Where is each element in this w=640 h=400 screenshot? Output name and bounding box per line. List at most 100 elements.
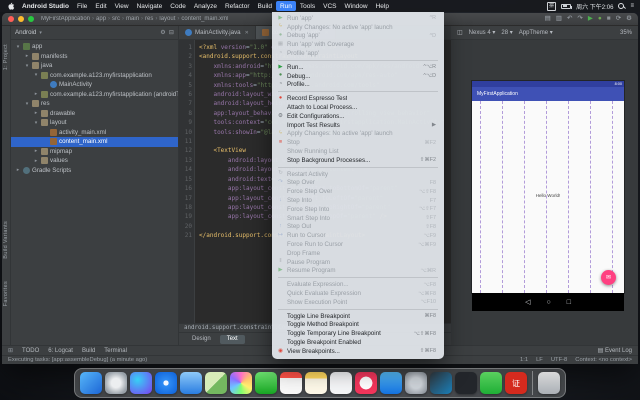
- menu-item-attach-to-local-process[interactable]: Attach to Local Process...: [272, 103, 444, 112]
- dock-icon-reminders[interactable]: [330, 372, 352, 394]
- tree-arrow-icon[interactable]: ▾: [33, 72, 39, 78]
- breadcrumb-item-layout[interactable]: layout: [159, 16, 175, 22]
- menubar-item-navigate[interactable]: Navigate: [133, 1, 167, 11]
- project-view-selector[interactable]: Android: [15, 29, 36, 36]
- zoom-window-button[interactable]: [28, 16, 34, 22]
- menu-item-run-to-cursor[interactable]: ↦Run to Cursor⌥F9: [272, 231, 444, 240]
- menu-item-view-breakpoints[interactable]: ◉View Breakpoints...⇧⌘F8: [272, 347, 444, 356]
- menu-item-restart-activity[interactable]: ↻Restart Activity: [272, 170, 444, 179]
- tree-item-drawable[interactable]: ▸drawable: [11, 109, 178, 119]
- tree-arrow-icon[interactable]: ▾: [15, 44, 21, 50]
- dock-icon-photos[interactable]: [230, 372, 252, 394]
- tree-item-activity-main-xml[interactable]: activity_main.xml: [11, 128, 178, 138]
- dock-icon-system-preferences[interactable]: [405, 372, 427, 394]
- breadcrumb-item-src[interactable]: src: [112, 16, 120, 22]
- menu-item-toggle-method-breakpoint[interactable]: Toggle Method Breakpoint: [272, 321, 444, 330]
- dock-icon-maps[interactable]: [205, 372, 227, 394]
- statusbar-item-context-no-context[interactable]: Context: <no context>: [575, 357, 632, 363]
- menu-item-pause-program[interactable]: ‖Pause Program: [272, 258, 444, 267]
- tree-item-mipmap[interactable]: ▸mipmap: [11, 147, 178, 157]
- menu-item-show-running-list[interactable]: Show Running List: [272, 147, 444, 156]
- menubar-item-refactor[interactable]: Refactor: [221, 1, 254, 11]
- gear-icon[interactable]: ⚙: [160, 29, 166, 36]
- tree-item-com-example-a123-myfirstapplication-androidtest[interactable]: ▸com.example.a123.myfirstapplication (an…: [11, 90, 178, 100]
- menu-item-quick-evaluate-expression[interactable]: Quick Evaluate Expression⌥⌘F8: [272, 289, 444, 298]
- dock-icon-wechat[interactable]: [480, 372, 502, 394]
- breadcrumb-item-res[interactable]: res: [145, 16, 153, 22]
- dock-icon-calendar[interactable]: [280, 372, 302, 394]
- tree-item-manifests[interactable]: ▸manifests: [11, 52, 178, 62]
- run-icon[interactable]: ▶: [588, 16, 593, 23]
- open-icon[interactable]: ▤: [545, 16, 551, 23]
- toolwindow-button-1-project[interactable]: 1: Project: [3, 44, 9, 70]
- tree-arrow-icon[interactable]: ▸: [33, 91, 39, 97]
- menu-item-record-espresso-test[interactable]: ●Record Espresso Test: [272, 94, 444, 103]
- toolwindow-switcher-icon[interactable]: ⊞: [8, 347, 13, 354]
- dock-icon-app-store[interactable]: [380, 372, 402, 394]
- menubar-item-android-studio[interactable]: Android Studio: [18, 1, 73, 11]
- dock-icon-trash[interactable]: [538, 372, 560, 394]
- design-surface-icon[interactable]: ◫: [457, 29, 463, 36]
- menu-item-force-step-into[interactable]: Force Step Into⌥⇧F7: [272, 205, 444, 214]
- dock-icon-finder[interactable]: [80, 372, 102, 394]
- menu-item-show-execution-point[interactable]: Show Execution Point⌥F10: [272, 298, 444, 307]
- menu-item-toggle-line-breakpoint[interactable]: Toggle Line Breakpoint⌘F8: [272, 312, 444, 321]
- save-icon[interactable]: ▥: [556, 16, 562, 23]
- mode-tab-design[interactable]: Design: [185, 335, 218, 344]
- tree-arrow-icon[interactable]: ▸: [33, 110, 39, 116]
- menu-item-profile[interactable]: ◔Profile...: [272, 81, 444, 90]
- tree-item-values[interactable]: ▸values: [11, 156, 178, 166]
- zoom-level[interactable]: 35%: [620, 30, 632, 36]
- breadcrumb-item-content-main-xml[interactable]: content_main.xml: [181, 16, 228, 22]
- menubar-item-help[interactable]: Help: [372, 1, 393, 11]
- dock-icon-facetime[interactable]: [255, 372, 277, 394]
- menubar-item-file[interactable]: File: [73, 1, 91, 11]
- menu-item-debug[interactable]: ●Debug...^⌥D: [272, 72, 444, 81]
- menu-item-force-run-to-cursor[interactable]: Force Run to Cursor⌥⌘F9: [272, 240, 444, 249]
- menubar-item-window[interactable]: Window: [340, 1, 371, 11]
- dock-icon-stock-app[interactable]: 证: [505, 372, 527, 394]
- tree-item-gradle-scripts[interactable]: ▸Gradle Scripts: [11, 166, 178, 176]
- menubar-item-tools[interactable]: Tools: [296, 1, 319, 11]
- menu-item-toggle-breakpoint-enabled[interactable]: Toggle Breakpoint Enabled: [272, 338, 444, 347]
- dock-icon-siri[interactable]: [130, 372, 152, 394]
- apple-menu-icon[interactable]: [6, 1, 16, 11]
- tree-item-layout[interactable]: ▾layout: [11, 118, 178, 128]
- menu-item-toggle-temporary-line-breakpoint[interactable]: Toggle Temporary Line Breakpoint⌥⇧⌘F8: [272, 329, 444, 338]
- tree-arrow-icon[interactable]: ▸: [33, 148, 39, 154]
- dock-icon-notes[interactable]: [305, 372, 327, 394]
- tree-item-res[interactable]: ▾res: [11, 99, 178, 109]
- menu-item-step-over[interactable]: ↷Step OverF8: [272, 179, 444, 188]
- close-window-button[interactable]: [8, 16, 14, 22]
- tree-item-com-example-a123-myfirstapplication[interactable]: ▾com.example.a123.myfirstapplication: [11, 71, 178, 81]
- sync-icon[interactable]: ⟳: [616, 16, 621, 23]
- dock-icon-safari[interactable]: [155, 372, 177, 394]
- editor-tab-mainactivity-java[interactable]: MainActivity.java✕: [179, 26, 256, 39]
- tree-item-java[interactable]: ▾java: [11, 61, 178, 71]
- menu-item-force-step-over[interactable]: Force Step Over⌥⇧F8: [272, 187, 444, 196]
- dock-icon-launchpad[interactable]: [105, 372, 127, 394]
- tree-arrow-icon[interactable]: ▸: [15, 167, 21, 173]
- device-selector[interactable]: Nexus 4 ▾: [469, 29, 496, 36]
- tree-arrow-icon[interactable]: ▸: [33, 158, 39, 164]
- tree-item-mainactivity[interactable]: MainActivity: [11, 80, 178, 90]
- event-log-button[interactable]: ▤ Event Log: [598, 347, 632, 354]
- tree-arrow-icon[interactable]: ▸: [24, 53, 30, 59]
- menu-item-apply-changes-no-active-app-launch[interactable]: ϟApply Changes: No active 'app' launch: [272, 23, 444, 32]
- stop-icon[interactable]: ■: [607, 16, 611, 23]
- menubar-item-build[interactable]: Build: [254, 1, 276, 11]
- dock-icon-mail[interactable]: [180, 372, 202, 394]
- phone-back-icon[interactable]: ◁: [525, 298, 530, 306]
- minimize-window-button[interactable]: [18, 16, 24, 22]
- statusbar-item-1-1[interactable]: 1:1: [520, 357, 528, 363]
- phone-recents-icon[interactable]: □: [567, 299, 571, 306]
- statusbar-item-lf[interactable]: LF: [536, 357, 543, 363]
- menubar-item-code[interactable]: Code: [166, 1, 190, 11]
- tree-arrow-icon[interactable]: ▾: [33, 120, 39, 126]
- menubar-item-edit[interactable]: Edit: [91, 1, 110, 11]
- tree-item-content-main-xml[interactable]: content_main.xml: [11, 137, 178, 147]
- phone-home-icon[interactable]: ○: [546, 299, 550, 306]
- menu-item-drop-frame[interactable]: Drop Frame: [272, 249, 444, 258]
- menu-item-step-into[interactable]: ↓Step IntoF7: [272, 196, 444, 205]
- toolwindow-button-6-logcat[interactable]: 6: Logcat: [48, 348, 73, 354]
